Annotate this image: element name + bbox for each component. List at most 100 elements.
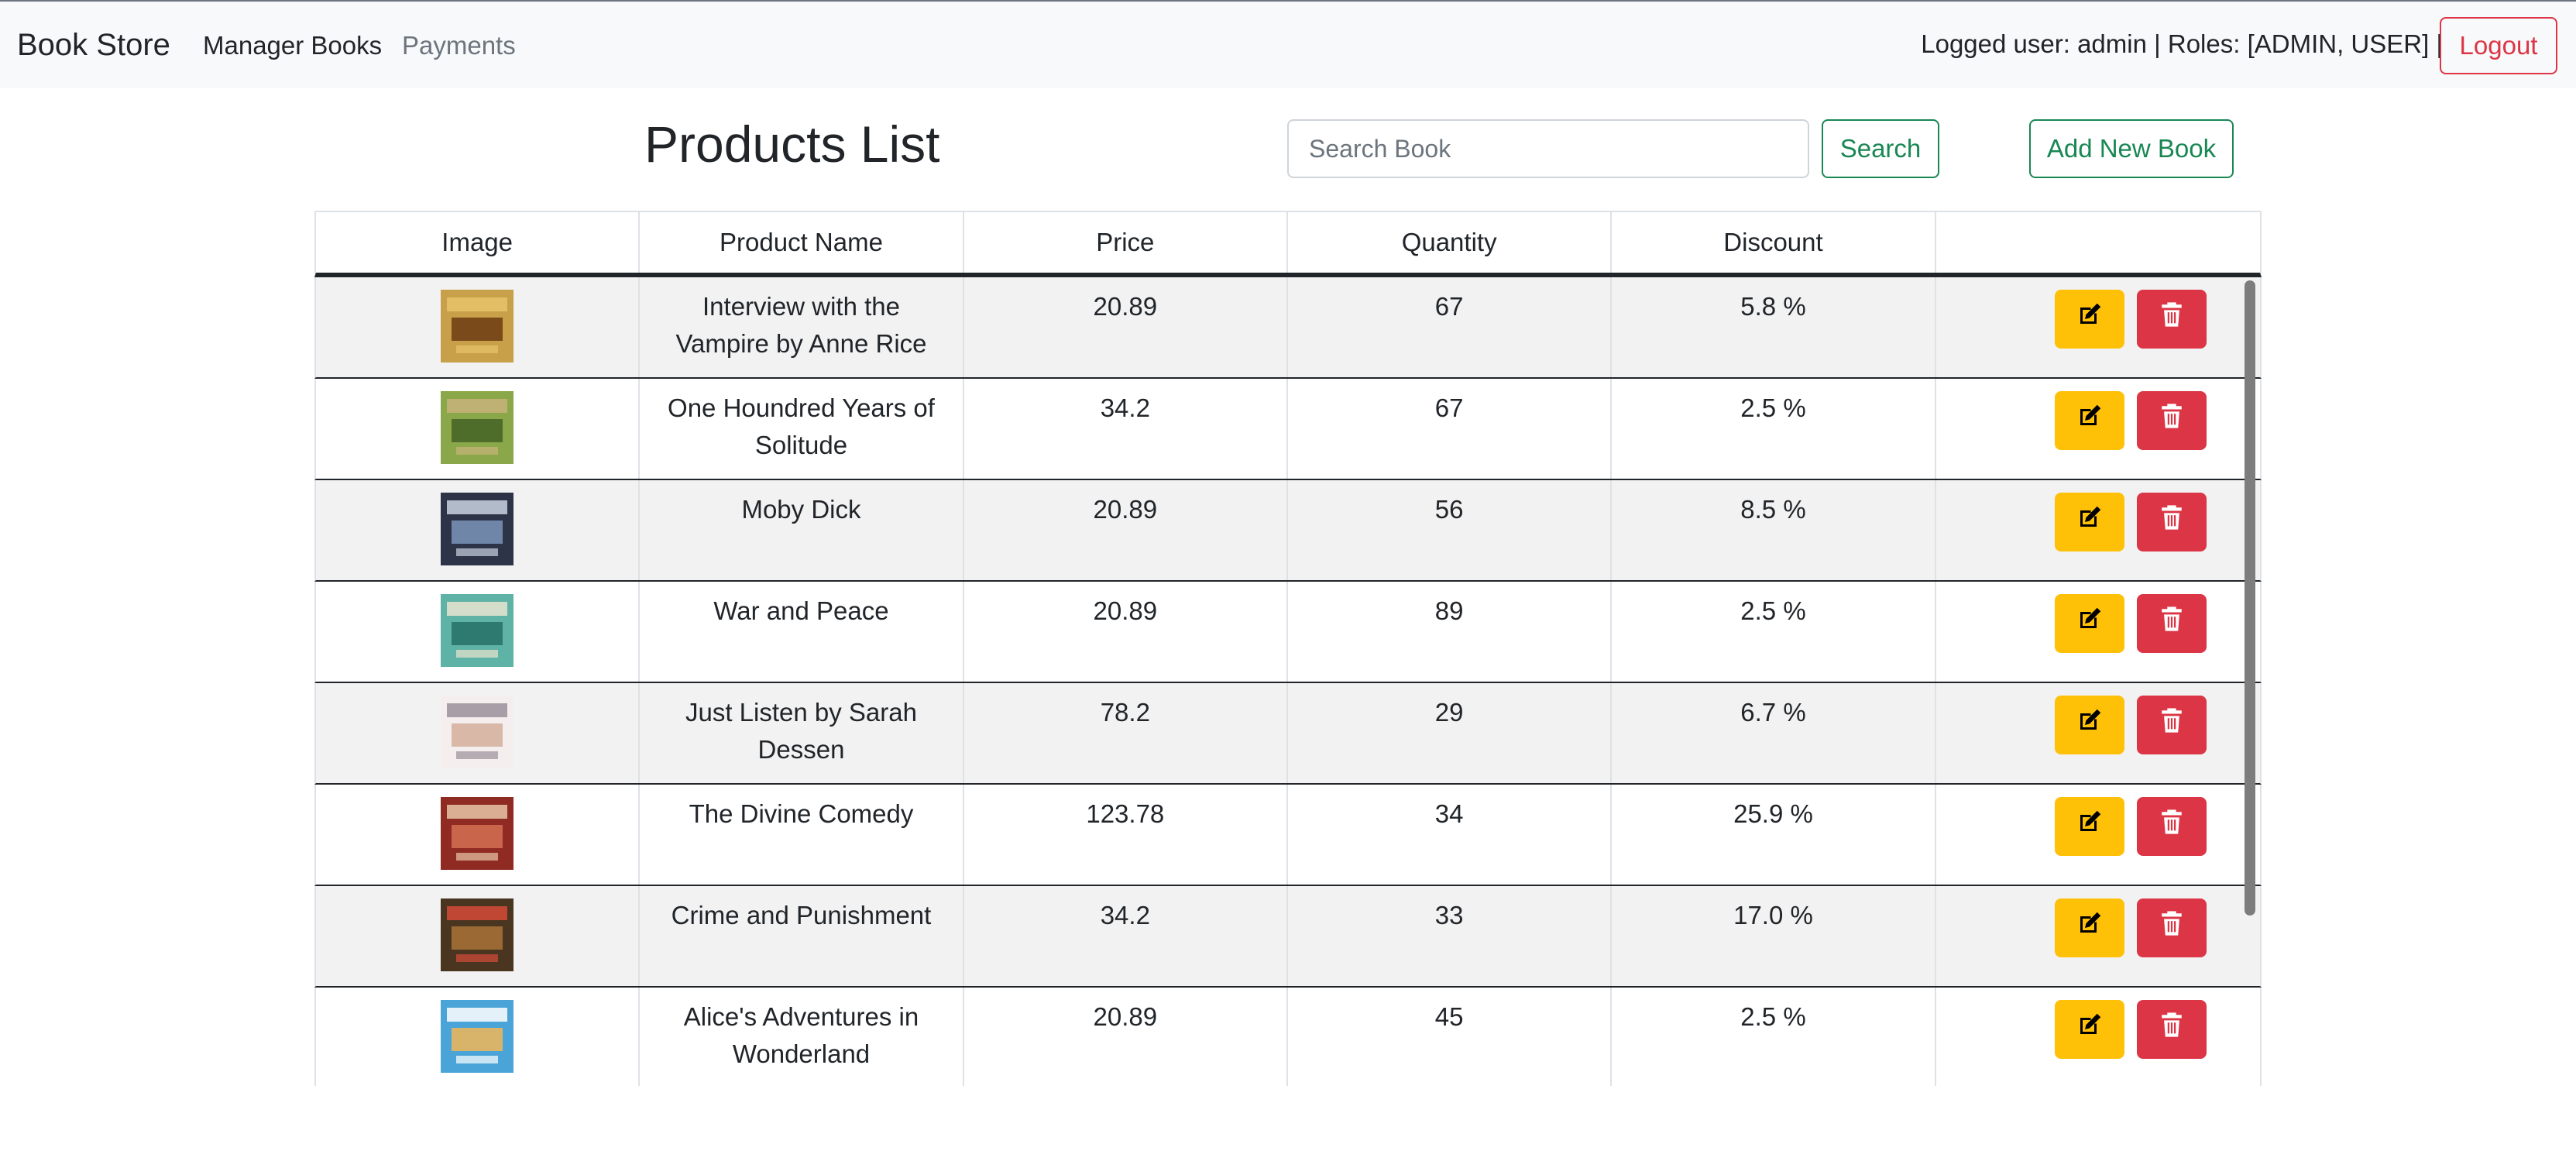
nav-manager-books[interactable]: Manager Books	[203, 31, 382, 60]
price-cell: 123.78	[964, 785, 1288, 885]
page-title: Products List	[644, 115, 940, 173]
table-scrollbar[interactable]	[2245, 280, 2255, 916]
edit-icon	[2076, 1011, 2104, 1049]
delete-button[interactable]	[2136, 1000, 2207, 1059]
edit-icon	[2076, 909, 2104, 947]
product-name-cell: The Divine Comedy	[640, 785, 964, 885]
image-cell	[316, 277, 641, 377]
logged-user-info: Logged user: admin | Roles: [ADMIN, USER…	[1921, 29, 2443, 58]
table-row: The Divine Comedy 123.78 34 25.9 %	[314, 785, 2262, 886]
edit-button[interactable]	[2054, 594, 2124, 653]
edit-button[interactable]	[2054, 1000, 2124, 1059]
image-cell	[316, 683, 641, 783]
price-cell: 20.89	[964, 277, 1288, 377]
delete-button[interactable]	[2136, 898, 2207, 957]
edit-button[interactable]	[2054, 696, 2124, 754]
table-row: War and Peace 20.89 89 2.5 %	[314, 582, 2262, 683]
quantity-cell: 67	[1288, 277, 1613, 377]
actions-cell	[1936, 277, 2260, 377]
column-header-quantity: Quantity	[1288, 212, 1613, 273]
product-name-cell: Crime and Punishment	[640, 886, 964, 986]
quantity-cell: 56	[1288, 480, 1613, 580]
product-name-cell: One Houndred Years of Solitude	[640, 379, 964, 479]
book-cover-image	[441, 696, 514, 783]
edit-button[interactable]	[2054, 391, 2124, 450]
search-button[interactable]: Search	[1822, 119, 1939, 178]
delete-button[interactable]	[2136, 290, 2207, 349]
edit-icon	[2076, 503, 2104, 541]
edit-button[interactable]	[2054, 898, 2124, 957]
delete-button[interactable]	[2136, 391, 2207, 450]
top-navbar: Book Store Manager Books Payments Logged…	[0, 0, 2576, 88]
actions-cell	[1936, 886, 2260, 986]
delete-button[interactable]	[2136, 594, 2207, 653]
book-cover-image	[441, 797, 514, 885]
actions-cell	[1936, 379, 2260, 479]
discount-cell: 2.5 %	[1612, 582, 1936, 682]
table-row: Alice's Adventures in Wonderland 20.89 45 2…	[314, 988, 2262, 1086]
edit-icon	[2076, 402, 2104, 440]
discount-cell: 2.5 %	[1612, 988, 1936, 1086]
edit-icon	[2076, 706, 2104, 744]
product-name-cell: Alice's Adventures in Wonderland	[640, 988, 964, 1086]
image-cell	[316, 379, 641, 479]
column-header-price: Price	[964, 212, 1288, 273]
table-row: One Houndred Years of Solitude 34.2 67 2.5 …	[314, 379, 2262, 480]
delete-button[interactable]	[2136, 797, 2207, 856]
discount-cell: 6.7 %	[1612, 683, 1936, 783]
column-header-image: Image	[316, 212, 641, 273]
trash-icon	[2160, 909, 2183, 947]
trash-icon	[2160, 1011, 2183, 1048]
delete-button[interactable]	[2136, 493, 2207, 551]
nav-payments[interactable]: Payments	[402, 31, 516, 60]
discount-cell: 5.8 %	[1612, 277, 1936, 377]
image-cell	[316, 988, 641, 1086]
price-cell: 20.89	[964, 988, 1288, 1086]
delete-button[interactable]	[2136, 696, 2207, 754]
trash-icon	[2160, 503, 2183, 541]
product-name-cell: Interview with the Vampire by Anne Rice	[640, 277, 964, 377]
actions-cell	[1936, 988, 2260, 1086]
image-cell	[316, 785, 641, 885]
book-cover-image	[441, 493, 514, 580]
quantity-cell: 67	[1288, 379, 1613, 479]
trash-icon	[2160, 706, 2183, 744]
table-row: Just Listen by Sarah Dessen 78.2 29 6.7 %	[314, 683, 2262, 785]
image-cell	[316, 886, 641, 986]
product-name-cell: Moby Dick	[640, 480, 964, 580]
search-input[interactable]: Search Book	[1287, 119, 1809, 178]
edit-button[interactable]	[2054, 493, 2124, 551]
actions-cell	[1936, 480, 2260, 580]
column-header-actions	[1936, 212, 2260, 273]
quantity-cell: 34	[1288, 785, 1613, 885]
actions-cell	[1936, 582, 2260, 682]
quantity-cell: 33	[1288, 886, 1613, 986]
book-cover-image	[441, 1000, 514, 1086]
book-cover-image	[441, 594, 514, 682]
trash-icon	[2160, 605, 2183, 642]
book-cover-image	[441, 898, 514, 986]
trash-icon	[2160, 808, 2183, 845]
price-cell: 20.89	[964, 582, 1288, 682]
edit-button[interactable]	[2054, 290, 2124, 349]
edit-button[interactable]	[2054, 797, 2124, 856]
discount-cell: 2.5 %	[1612, 379, 1936, 479]
brand-link[interactable]: Book Store	[17, 28, 170, 63]
add-new-book-button[interactable]: Add New Book	[2029, 119, 2234, 178]
product-name-cell: War and Peace	[640, 582, 964, 682]
trash-icon	[2160, 402, 2183, 439]
edit-icon	[2076, 605, 2104, 643]
logout-button[interactable]: Logout	[2440, 17, 2557, 74]
table-row: Crime and Punishment 34.2 33 17.0 %	[314, 886, 2262, 988]
table-body: Interview with the Vampire by Anne Rice 2…	[314, 277, 2262, 1086]
price-cell: 34.2	[964, 886, 1288, 986]
table-row: Moby Dick 20.89 56 8.5 %	[314, 480, 2262, 582]
column-header-discount: Discount	[1612, 212, 1936, 273]
column-header-product-name: Product Name	[640, 212, 964, 273]
table-row: Interview with the Vampire by Anne Rice 2…	[314, 277, 2262, 379]
trash-icon	[2160, 301, 2183, 338]
price-cell: 34.2	[964, 379, 1288, 479]
quantity-cell: 29	[1288, 683, 1613, 783]
discount-cell: 25.9 %	[1612, 785, 1936, 885]
product-name-cell: Just Listen by Sarah Dessen	[640, 683, 964, 783]
